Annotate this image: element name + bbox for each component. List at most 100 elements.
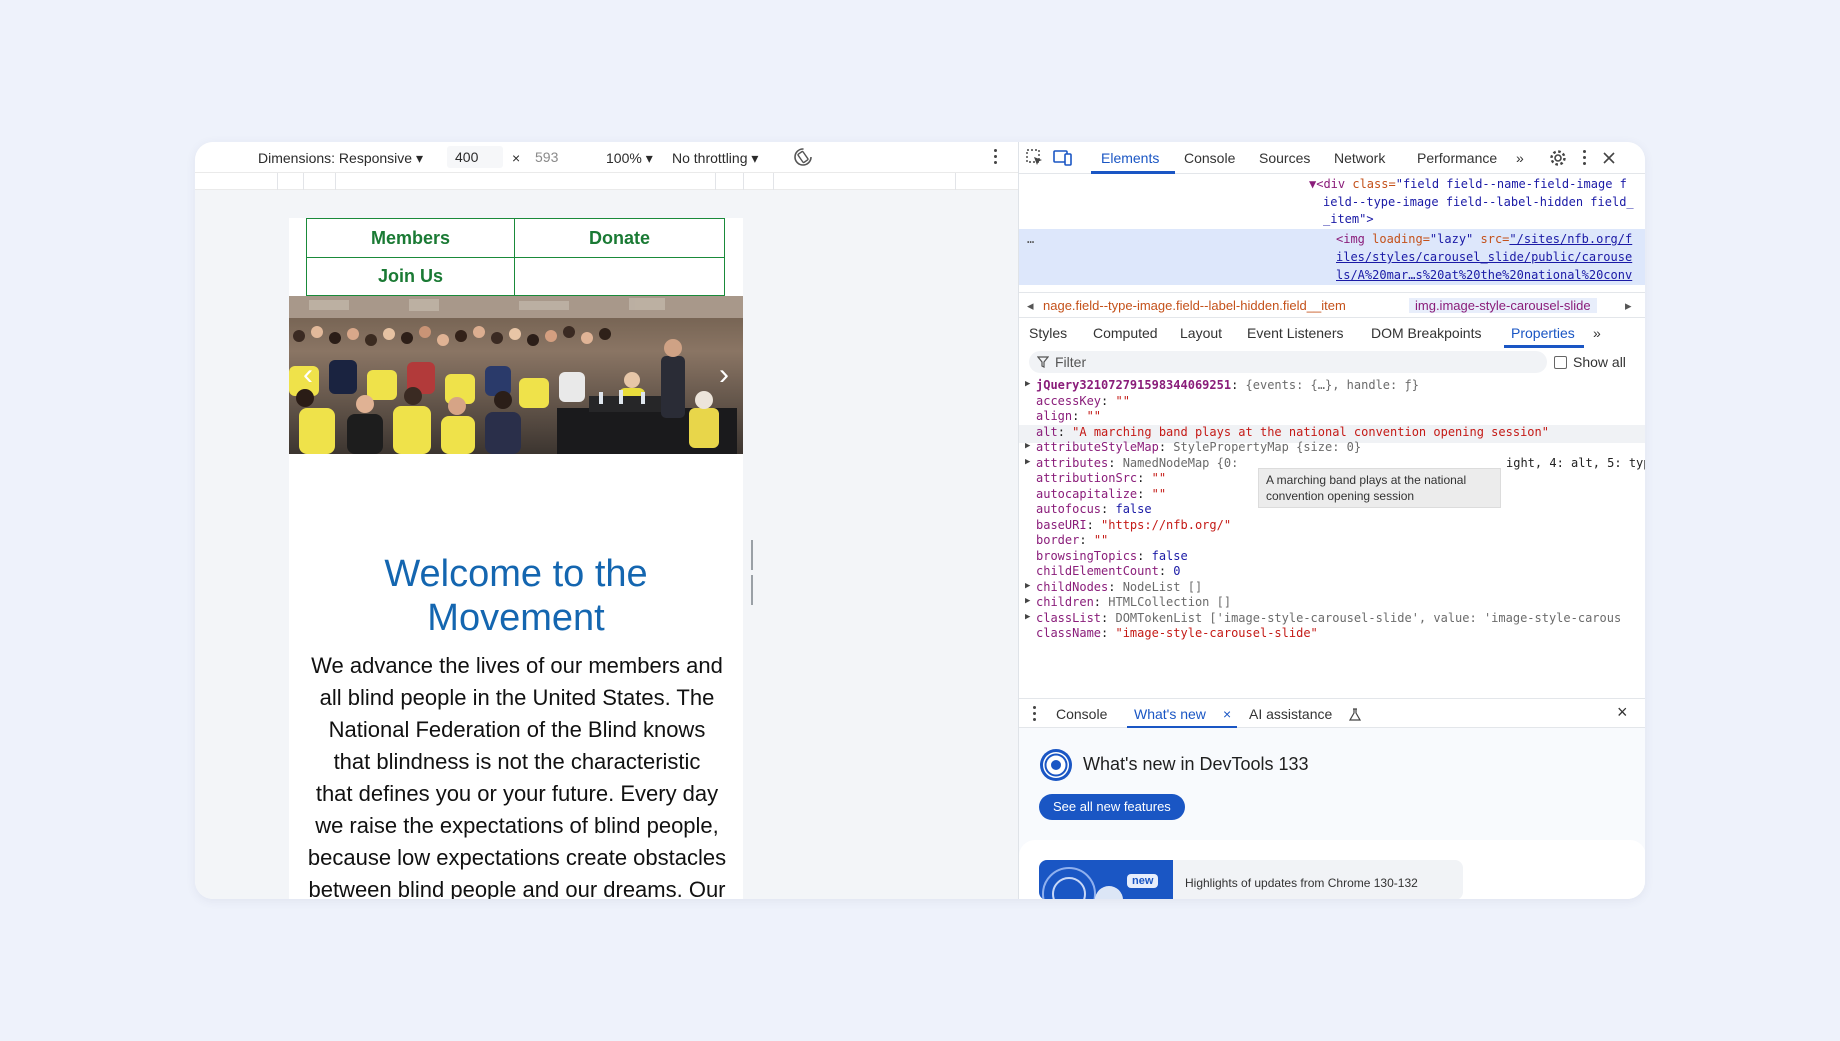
carousel-prev-button[interactable]: ‹ (295, 358, 321, 392)
property-value: NodeList [] (1122, 579, 1203, 594)
carousel-next-button[interactable]: › (711, 358, 737, 392)
devtools-more-icon[interactable] (1581, 149, 1587, 167)
see-all-features-button[interactable]: See all new features (1039, 794, 1185, 820)
expand-arrow-icon[interactable]: ▶ (1025, 612, 1030, 622)
tab-styles[interactable]: Styles (1029, 325, 1067, 341)
expand-arrow-icon[interactable]: ▶ (1025, 441, 1030, 451)
filter-input[interactable]: Filter (1029, 351, 1547, 373)
property-key: border (1036, 533, 1080, 547)
tab-properties[interactable]: Properties (1511, 325, 1575, 341)
device-emulation-pane: Dimensions: Responsive ▾ 400 × 593 100% … (195, 142, 1018, 899)
property-value: "" (1086, 409, 1102, 423)
tab-dom-breakpoints[interactable]: DOM Breakpoints (1371, 325, 1481, 341)
tab-network[interactable]: Network (1334, 150, 1385, 166)
width-input[interactable]: 400 (447, 146, 503, 168)
media-query-ruler[interactable] (195, 172, 1018, 190)
inspect-element-icon[interactable] (1025, 148, 1045, 168)
drawer-tab-ai-assistance[interactable]: AI assistance (1249, 706, 1332, 722)
rotate-icon[interactable] (792, 146, 814, 168)
property-value: "" (1093, 533, 1109, 547)
intro-line: We advance the lives of our members and (311, 653, 723, 678)
property-value: DOMTokenList ['image-style-carousel-slid… (1115, 610, 1622, 625)
property-key: attributeStyleMap (1036, 440, 1159, 454)
expand-arrow-icon[interactable]: ▶ (1025, 457, 1030, 467)
property-key: align (1036, 409, 1073, 423)
more-subtabs-icon[interactable]: » (1593, 325, 1601, 341)
viewport-resize-handle[interactable] (751, 540, 757, 605)
filter-icon (1037, 356, 1049, 368)
property-value: false (1115, 502, 1152, 516)
property-value: "" (1115, 393, 1130, 408)
dom-node-img[interactable]: <img loading="lazy" src="/sites/nfb.org/… (1336, 231, 1632, 249)
flask-icon (1349, 708, 1361, 721)
property-value: 0 (1173, 564, 1181, 578)
intro-line: that blindness is not the characteristic (333, 749, 701, 774)
carousel-slide: ‹ › (289, 296, 743, 454)
property-value: "https://nfb.org/" (1101, 517, 1232, 532)
tab-elements[interactable]: Elements (1101, 150, 1159, 166)
throttling-dropdown[interactable]: No throttling ▾ (672, 150, 758, 167)
tab-performance[interactable]: Performance (1417, 150, 1497, 166)
alt-tooltip: A marching band plays at the national co… (1258, 468, 1501, 508)
drawer-tab-whats-new[interactable]: What's new (1134, 706, 1206, 722)
nav-donate-link[interactable]: Donate (514, 218, 725, 258)
height-input[interactable]: 593 (527, 146, 583, 168)
tab-computed[interactable]: Computed (1093, 325, 1158, 341)
property-value: "image-style-carousel-slide" (1115, 626, 1318, 640)
breadcrumb-item-selected[interactable]: img.image-style-carousel-slide (1409, 298, 1597, 313)
property-key: attributionSrc (1036, 471, 1138, 485)
node-ellipsis-icon[interactable]: … (1027, 231, 1034, 249)
img-src-link[interactable]: iles/styles/carousel_slide/public/carous… (1336, 249, 1632, 267)
devtools-panel: Elements Console Sources Network Perform… (1018, 142, 1645, 899)
convention-photo (289, 296, 743, 454)
nav-join-link[interactable]: Join Us (306, 257, 515, 296)
drawer-tab-console[interactable]: Console (1056, 706, 1107, 722)
device-toggle-icon[interactable] (1053, 148, 1073, 168)
dom-node-div[interactable]: ▼<div class="field field--name-field-ima… (1309, 176, 1627, 194)
breadcrumb-item[interactable]: nage.field--type-image.field--label-hidd… (1043, 298, 1346, 313)
more-tabs-icon[interactable]: » (1516, 150, 1524, 166)
device-toolbar: Dimensions: Responsive ▾ 400 × 593 100% … (195, 142, 1018, 172)
tab-event-listeners[interactable]: Event Listeners (1247, 325, 1344, 341)
zoom-dropdown[interactable]: 100% ▾ (606, 150, 653, 167)
close-drawer-icon[interactable]: × (1617, 702, 1628, 723)
intro-line: National Federation of the Blind knows (328, 717, 706, 742)
welcome-heading: Welcome to the Movement (289, 552, 743, 640)
dom-tree: ▼<div class="field field--name-field-ima… (1019, 174, 1645, 292)
settings-gear-icon[interactable] (1548, 148, 1568, 168)
tab-layout[interactable]: Layout (1180, 325, 1222, 341)
show-all-checkbox[interactable]: Show all (1554, 354, 1626, 370)
highlights-card: new Highlights of updates from Chrome 13… (1019, 840, 1645, 899)
nav-empty-cell (514, 257, 725, 296)
dimensions-dropdown[interactable]: Dimensions: Responsive ▾ (258, 150, 423, 167)
intro-line: that defines you or your future. Every d… (315, 781, 719, 806)
property-key: autofocus (1036, 502, 1102, 516)
dom-line-continued: _item"> (1323, 212, 1374, 226)
property-value: "A marching band plays at the national c… (1072, 424, 1549, 439)
welcome-line-1: Welcome to the (384, 553, 648, 595)
close-devtools-icon[interactable] (1599, 148, 1619, 168)
breadcrumb-right-arrow[interactable]: ▸ (1625, 298, 1632, 314)
tab-sources[interactable]: Sources (1259, 150, 1310, 166)
expand-arrow-icon[interactable]: ▶ (1025, 581, 1030, 591)
whats-new-panel: What's new in DevTools 133 See all new f… (1019, 728, 1645, 899)
breadcrumb-left-arrow[interactable]: ◂ (1027, 298, 1034, 314)
device-more-icon[interactable] (992, 148, 998, 166)
property-value-tail: ight, 4: alt, 5: typ (1506, 455, 1645, 470)
highlights-text: Highlights of updates from Chrome 130-13… (1185, 876, 1418, 890)
drawer-more-icon[interactable] (1031, 705, 1037, 723)
highlights-link[interactable]: new Highlights of updates from Chrome 13… (1039, 860, 1463, 899)
drawer-tabbar: Console What's new × AI assistance × (1019, 698, 1645, 729)
expand-arrow-icon[interactable]: ▶ (1025, 379, 1030, 389)
intro-line: because low expectations create obstacle… (307, 845, 727, 870)
close-whats-new-tab-icon[interactable]: × (1223, 706, 1231, 722)
property-value: StylePropertyMap {size: 0} (1173, 440, 1362, 454)
property-row[interactable]: className: "image-style-carousel-slide" (1019, 626, 1645, 644)
img-src-link[interactable]: ls/A%20mar…s%20at%20the%20national%20con… (1336, 267, 1632, 285)
nav-members-link[interactable]: Members (306, 218, 515, 258)
tab-console[interactable]: Console (1184, 150, 1235, 166)
properties-list: ▶ jQuery3210727915983440692​51: {events: … (1019, 378, 1645, 698)
checkbox-icon[interactable] (1554, 356, 1567, 369)
welcome-line-2: Movement (427, 597, 605, 639)
expand-arrow-icon[interactable]: ▶ (1025, 596, 1030, 606)
